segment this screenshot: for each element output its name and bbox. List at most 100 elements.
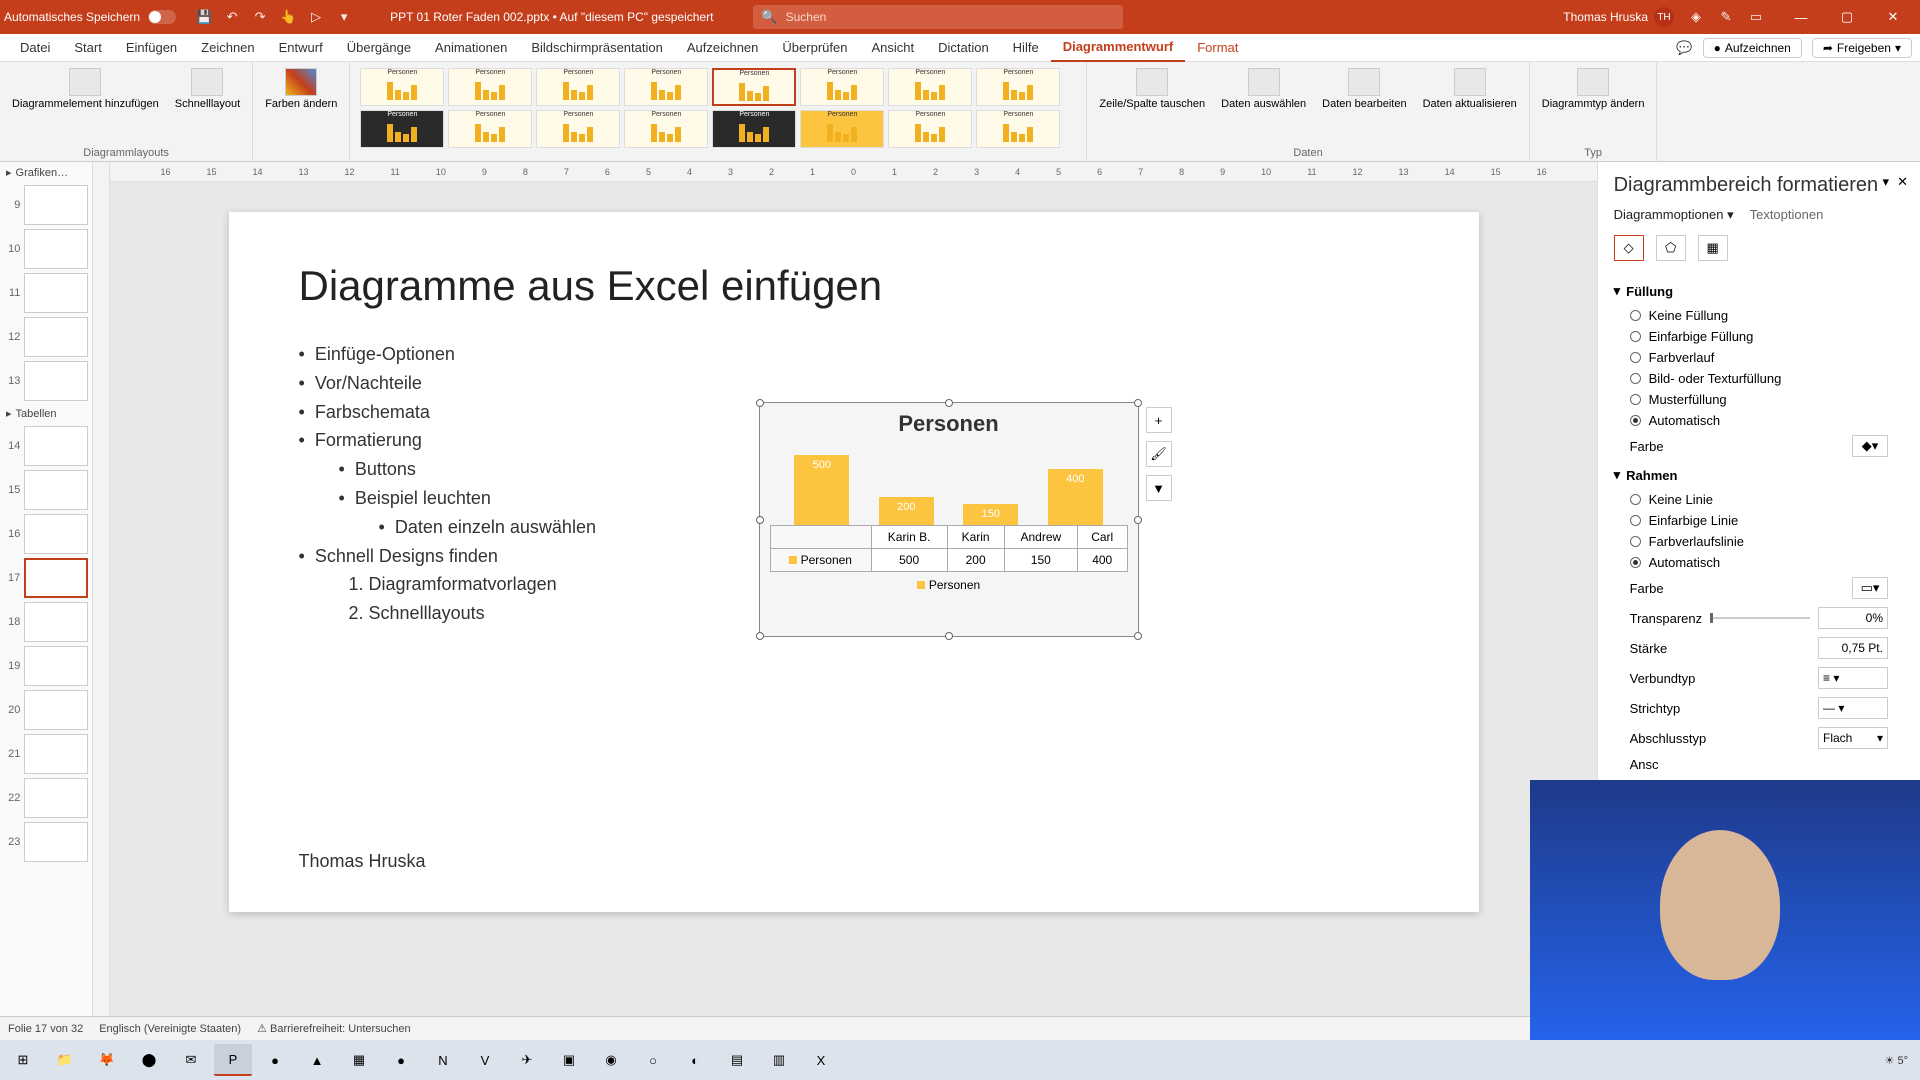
radio-option[interactable]: Automatisch	[1614, 552, 1904, 573]
start-icon[interactable]: ▷	[308, 9, 324, 25]
weather-tray[interactable]: ☀ 5°	[1885, 1054, 1908, 1067]
redo-icon[interactable]: ↷	[252, 9, 268, 25]
chart-style-3[interactable]: Personen	[536, 68, 620, 106]
maximize-button[interactable]: ▢	[1824, 0, 1870, 34]
chart-style-8[interactable]: Personen	[976, 68, 1060, 106]
chart-style-15[interactable]: Personen	[888, 110, 972, 148]
app-icon-1[interactable]: ●	[256, 1044, 294, 1076]
chart-style-16[interactable]: Personen	[976, 110, 1060, 148]
chart-style-2[interactable]: Personen	[448, 68, 532, 106]
outlook-icon[interactable]: ✉	[172, 1044, 210, 1076]
coming-soon-icon[interactable]: ◈	[1688, 9, 1704, 25]
thumb-12[interactable]: 12	[0, 315, 92, 359]
tab-entwurf[interactable]: Entwurf	[267, 34, 335, 62]
chart-filter-button[interactable]: ▼	[1146, 475, 1172, 501]
thumb-9[interactable]: 9	[0, 183, 92, 227]
more-qat-icon[interactable]: ▾	[336, 9, 352, 25]
undo-icon[interactable]: ↶	[224, 9, 240, 25]
slide[interactable]: Diagramme aus Excel einfügen Einfüge-Opt…	[229, 212, 1479, 912]
thumb-23[interactable]: 23	[0, 820, 92, 864]
app-icon-9[interactable]: ▥	[760, 1044, 798, 1076]
switch-row-col-button[interactable]: Zeile/Spalte tauschen	[1095, 66, 1209, 112]
thumb-11[interactable]: 11	[0, 271, 92, 315]
app-icon-6[interactable]: ○	[634, 1044, 672, 1076]
window-icon[interactable]: ▭	[1748, 9, 1764, 25]
save-icon[interactable]: 💾	[196, 9, 212, 25]
chart-style-7[interactable]: Personen	[888, 68, 972, 106]
tab-bildschirm[interactable]: Bildschirmpräsentation	[519, 34, 675, 62]
autosave-toggle[interactable]	[148, 10, 176, 24]
chart-data-table[interactable]: Karin B.KarinAndrewCarl Personen50020015…	[770, 525, 1128, 572]
chart-style-14[interactable]: Personen	[800, 110, 884, 148]
chart-style-10[interactable]: Personen	[448, 110, 532, 148]
dash-dropdown[interactable]: — ▾	[1818, 697, 1888, 719]
chart-bar[interactable]: 500	[794, 455, 849, 525]
thumb-16[interactable]: 16	[0, 512, 92, 556]
chart-style-5[interactable]: Personen	[712, 68, 796, 106]
select-data-button[interactable]: Daten auswählen	[1217, 66, 1310, 112]
app-icon-3[interactable]: ●	[382, 1044, 420, 1076]
tab-hilfe[interactable]: Hilfe	[1001, 34, 1051, 62]
visio-icon[interactable]: V	[466, 1044, 504, 1076]
transparency-input[interactable]	[1818, 607, 1888, 629]
app-icon-7[interactable]: ◐	[676, 1044, 714, 1076]
search-box[interactable]: 🔍 Suchen	[753, 5, 1123, 29]
accessibility-status[interactable]: ⚠ Barrierefreiheit: Untersuchen	[257, 1022, 411, 1035]
share-button[interactable]: ➦ Freigeben ▾	[1812, 38, 1912, 58]
onenote-icon[interactable]: N	[424, 1044, 462, 1076]
chart-bar[interactable]: 150	[963, 504, 1018, 525]
explorer-icon[interactable]: 📁	[46, 1044, 84, 1076]
tab-ueberpruefen[interactable]: Überprüfen	[770, 34, 859, 62]
radio-option[interactable]: Automatisch	[1614, 410, 1904, 431]
size-props-icon[interactable]: ▦	[1698, 235, 1728, 261]
thumb-17[interactable]: 17	[0, 556, 92, 600]
chart-options-tab[interactable]: Diagrammoptionen ▾	[1614, 207, 1734, 223]
user-account[interactable]: Thomas Hruska TH	[1563, 7, 1674, 27]
close-button[interactable]: ✕	[1870, 0, 1916, 34]
app-icon-5[interactable]: ◉	[592, 1044, 630, 1076]
radio-option[interactable]: Keine Linie	[1614, 489, 1904, 510]
radio-option[interactable]: Bild- oder Texturfüllung	[1614, 368, 1904, 389]
thumb-10[interactable]: 10	[0, 227, 92, 271]
vlc-icon[interactable]: ▲	[298, 1044, 336, 1076]
pane-close-icon[interactable]: ✕	[1897, 174, 1908, 190]
thumb-14[interactable]: 14	[0, 424, 92, 468]
thumb-22[interactable]: 22	[0, 776, 92, 820]
chart-title[interactable]: Personen	[760, 403, 1138, 445]
chart-style-12[interactable]: Personen	[624, 110, 708, 148]
thumb-19[interactable]: 19	[0, 644, 92, 688]
chart-object[interactable]: Personen 500200150400 Karin B.KarinAndre…	[759, 402, 1139, 637]
record-button[interactable]: ● Aufzeichnen	[1703, 38, 1802, 58]
radio-option[interactable]: Keine Füllung	[1614, 305, 1904, 326]
radio-option[interactable]: Einfarbige Linie	[1614, 510, 1904, 531]
refresh-data-button[interactable]: Daten aktualisieren	[1419, 66, 1521, 112]
change-chart-type-button[interactable]: Diagrammtyp ändern	[1538, 66, 1649, 112]
app-icon-4[interactable]: ▣	[550, 1044, 588, 1076]
tab-ansicht[interactable]: Ansicht	[859, 34, 926, 62]
thumb-13[interactable]: 13	[0, 359, 92, 403]
quick-layout-button[interactable]: Schnelllayout	[171, 66, 244, 112]
change-colors-button[interactable]: Farben ändern	[261, 66, 341, 112]
chart-style-1[interactable]: Personen	[360, 68, 444, 106]
section-grafiken[interactable]: ▸ Grafiken…	[0, 162, 92, 183]
section-tabellen[interactable]: ▸ Tabellen	[0, 403, 92, 424]
tab-datei[interactable]: Datei	[8, 34, 62, 62]
chart-style-11[interactable]: Personen	[536, 110, 620, 148]
width-input[interactable]	[1818, 637, 1888, 659]
text-options-tab[interactable]: Textoptionen	[1750, 207, 1824, 223]
chart-bar[interactable]: 200	[879, 497, 934, 525]
language-status[interactable]: Englisch (Vereinigte Staaten)	[99, 1023, 241, 1035]
pane-options-icon[interactable]: ▾	[1883, 174, 1890, 190]
tab-einfuegen[interactable]: Einfügen	[114, 34, 189, 62]
firefox-icon[interactable]: 🦊	[88, 1044, 126, 1076]
chart-legend[interactable]: Personen	[760, 572, 1138, 598]
slide-counter[interactable]: Folie 17 von 32	[8, 1023, 83, 1035]
minimize-button[interactable]: —	[1778, 0, 1824, 34]
draw-icon[interactable]: ✎	[1718, 9, 1734, 25]
touch-icon[interactable]: 👆	[280, 9, 296, 25]
thumb-15[interactable]: 15	[0, 468, 92, 512]
chart-style-6[interactable]: Personen	[800, 68, 884, 106]
effects-icon[interactable]: ⬠	[1656, 235, 1686, 261]
app-icon-8[interactable]: ▤	[718, 1044, 756, 1076]
tab-format[interactable]: Format	[1185, 34, 1250, 62]
